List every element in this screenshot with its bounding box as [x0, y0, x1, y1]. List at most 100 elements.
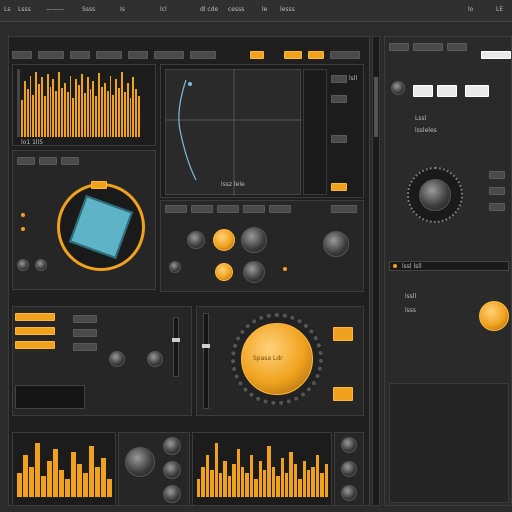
gain-knob[interactable]	[187, 231, 205, 249]
bank-button[interactable]	[269, 205, 291, 213]
right-panel: Lssl lssleles lssl lsll lssll lsss	[384, 36, 512, 506]
strip-knob[interactable]	[147, 351, 163, 367]
bank-button[interactable]	[243, 205, 265, 213]
fader[interactable]	[202, 313, 210, 409]
menu-item[interactable]: Ssss	[82, 6, 95, 13]
bank-button[interactable]	[191, 205, 213, 213]
preset-button[interactable]	[15, 341, 55, 349]
menu-item[interactable]: le	[262, 6, 267, 13]
small-knob[interactable]	[35, 259, 47, 271]
spectrum-bar	[123, 92, 126, 137]
rotary-dial[interactable]	[57, 183, 145, 271]
spectrum-bar	[236, 449, 240, 497]
strip-button[interactable]	[73, 315, 97, 323]
spectrum-bar	[302, 461, 306, 497]
spectrum-bar	[52, 79, 55, 137]
bottom-knob[interactable]	[341, 437, 357, 453]
toolbar-button[interactable]	[70, 51, 90, 59]
right-knob[interactable]	[391, 81, 405, 95]
bank-button[interactable]	[331, 205, 357, 213]
toolbar-button-active[interactable]	[284, 51, 302, 59]
toolbar-button[interactable]	[128, 51, 148, 59]
bank-button[interactable]	[165, 205, 187, 213]
right-button-white[interactable]	[437, 85, 457, 97]
menu-item[interactable]: lesss	[280, 6, 295, 13]
toolbar-button[interactable]	[12, 51, 32, 59]
toolbar-button-active[interactable]	[250, 51, 264, 59]
preset-button[interactable]	[15, 327, 55, 335]
status-label: lssl lsll	[402, 263, 422, 270]
scope-side-button[interactable]	[331, 75, 347, 83]
right-button[interactable]	[389, 43, 409, 51]
spectrum-bar	[223, 461, 227, 497]
big-orange-knob[interactable]: Spasa Ldr	[231, 313, 323, 405]
toolbar-button[interactable]	[96, 51, 122, 59]
scope-mode-button[interactable]	[331, 183, 347, 191]
bottom-knob[interactable]	[125, 447, 155, 477]
knob-bank	[160, 200, 364, 292]
toolbar-button-active[interactable]	[308, 51, 324, 59]
menu-item[interactable]: lo	[468, 6, 473, 13]
menu-item[interactable]: Ls	[4, 6, 10, 13]
trim-knob[interactable]	[169, 261, 181, 273]
status-led	[21, 213, 25, 217]
fader[interactable]	[172, 317, 180, 377]
right-button[interactable]	[489, 187, 505, 195]
right-dial[interactable]	[407, 167, 463, 223]
bottom-knob[interactable]	[163, 461, 181, 479]
right-orange-knob[interactable]	[479, 301, 509, 331]
drive-knob[interactable]	[213, 229, 235, 251]
spectrum-bar	[121, 72, 123, 137]
spectrum-bar	[254, 479, 258, 497]
menu-item[interactable]: cesss	[228, 6, 244, 13]
bank-button[interactable]	[217, 205, 239, 213]
scope-side-button[interactable]	[331, 135, 347, 143]
bottom-knob[interactable]	[341, 461, 357, 477]
preset-button[interactable]	[15, 313, 55, 321]
scrollbar-thumb[interactable]	[374, 77, 378, 137]
status-led	[393, 264, 397, 268]
module-button[interactable]	[39, 157, 57, 165]
strip-button[interactable]	[73, 329, 97, 337]
menu-item[interactable]: Is	[120, 6, 125, 13]
dial-tag[interactable]	[91, 181, 107, 189]
scope-side-button[interactable]	[331, 95, 347, 103]
strip-button[interactable]	[73, 343, 97, 351]
mix-knob[interactable]	[215, 263, 233, 281]
toolbar-button[interactable]	[190, 51, 216, 59]
output-knob[interactable]	[323, 231, 349, 257]
right-button-white[interactable]	[413, 85, 433, 97]
right-button[interactable]	[489, 203, 505, 211]
level-knob[interactable]	[243, 261, 265, 283]
spectrum-bar	[92, 81, 95, 137]
module-button[interactable]	[61, 157, 79, 165]
right-button[interactable]	[489, 171, 505, 179]
strip-knob[interactable]	[109, 351, 125, 367]
bottom-knob[interactable]	[163, 437, 181, 455]
menu-item[interactable]: dl cde	[200, 6, 218, 13]
module-button[interactable]	[17, 157, 35, 165]
module-side-button[interactable]	[333, 327, 353, 341]
menu-item[interactable]: ———	[46, 6, 64, 13]
menu-item[interactable]: LE	[496, 6, 503, 13]
tone-knob[interactable]	[241, 227, 267, 253]
bottom-knob[interactable]	[341, 485, 357, 501]
toolbar-button[interactable]	[38, 51, 64, 59]
right-button-white[interactable]	[481, 51, 511, 59]
spectrum-bar	[98, 73, 100, 137]
right-button[interactable]	[413, 43, 443, 51]
analyzer-readout: lo1 1ll5	[21, 139, 44, 146]
bottom-knob[interactable]	[163, 485, 181, 503]
scrollbar[interactable]	[372, 36, 380, 506]
toolbar-button[interactable]	[154, 51, 184, 59]
menu-item[interactable]: lcl	[160, 6, 167, 13]
right-button-white[interactable]	[465, 85, 489, 97]
spectrum-bar	[41, 476, 46, 497]
bottom-right-knobs	[334, 432, 364, 506]
small-knob[interactable]	[17, 259, 29, 271]
spectrum-bar	[298, 479, 302, 497]
module-side-button[interactable]	[333, 387, 353, 401]
toolbar-button[interactable]	[330, 51, 360, 59]
menu-item[interactable]: Lsss	[18, 6, 31, 13]
right-button[interactable]	[447, 43, 467, 51]
